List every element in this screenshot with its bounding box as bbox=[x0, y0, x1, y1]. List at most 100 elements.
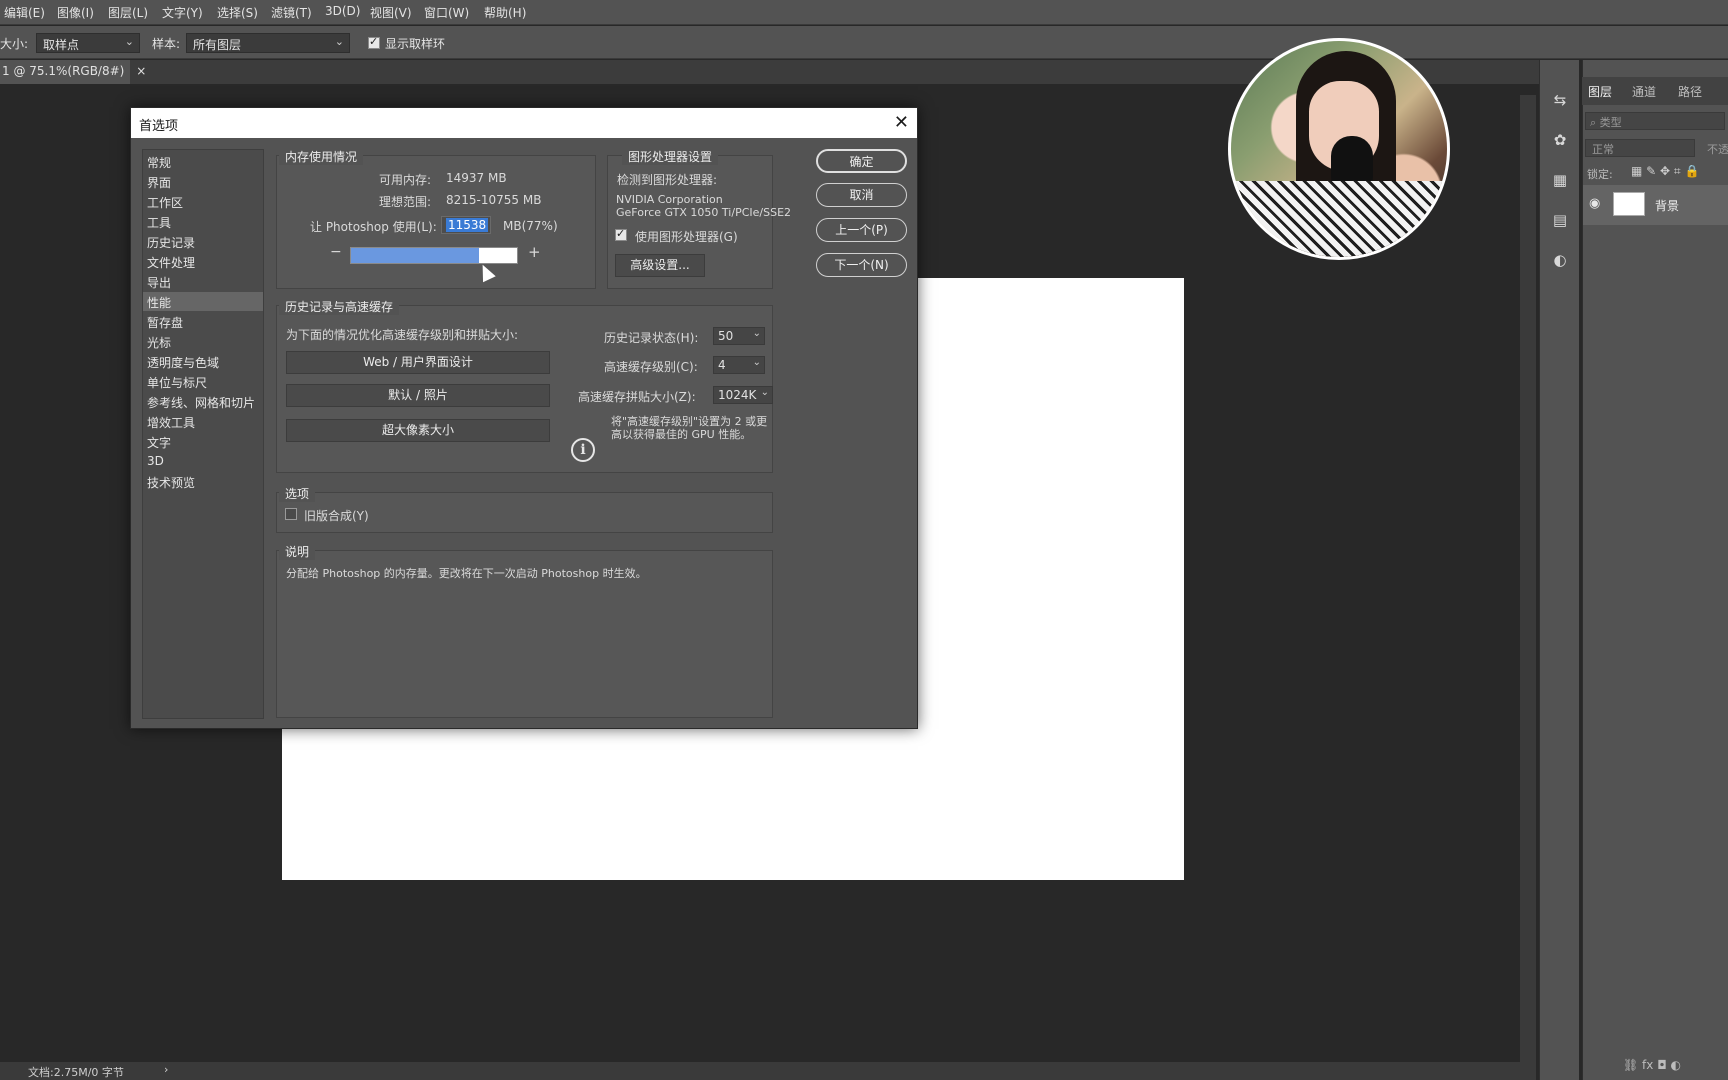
memory-slider[interactable] bbox=[350, 247, 518, 264]
menu-image[interactable]: 图像(I) bbox=[57, 4, 94, 21]
tile-size-field[interactable]: 1024K ⌄ bbox=[713, 386, 773, 404]
menu-layer[interactable]: 图层(L) bbox=[108, 4, 148, 21]
nav-item-guides-grid[interactable]: 参考线、网格和切片 bbox=[143, 392, 263, 411]
lock-label: 锁定: bbox=[1587, 168, 1613, 181]
layer-thumbnail bbox=[1613, 192, 1645, 216]
opacity-label: 不透 bbox=[1707, 143, 1728, 156]
chevron-down-icon[interactable]: ⌄ bbox=[761, 387, 769, 398]
size-dropdown[interactable]: 取样点 ⌄ bbox=[36, 33, 140, 53]
palette-icon[interactable]: ✿ bbox=[1550, 130, 1570, 150]
nav-item-performance[interactable]: 性能 bbox=[143, 292, 263, 311]
blend-mode-dropdown[interactable]: 正常 bbox=[1585, 139, 1695, 157]
menu-edit[interactable]: 编辑(E) bbox=[4, 4, 45, 21]
menu-help[interactable]: 帮助(H) bbox=[484, 4, 526, 21]
history-states-value: 50 bbox=[718, 329, 734, 343]
status-bar: 文档:2.75M/0 字节 › bbox=[0, 1062, 1520, 1080]
chevron-down-icon[interactable]: ⌄ bbox=[753, 357, 761, 368]
nav-item-general[interactable]: 常规 bbox=[143, 152, 263, 171]
history-states-label: 历史记录状态(H): bbox=[604, 331, 699, 345]
cache-levels-field[interactable]: 4 ⌄ bbox=[713, 356, 765, 374]
use-gpu-checkbox[interactable] bbox=[615, 227, 627, 241]
menu-window[interactable]: 窗口(W) bbox=[424, 4, 469, 21]
nav-item-plugins[interactable]: 增效工具 bbox=[143, 412, 263, 431]
nav-item-3d[interactable]: 3D bbox=[143, 452, 263, 471]
nav-item-history[interactable]: 历史记录 bbox=[143, 232, 263, 251]
nav-item-file-handling[interactable]: 文件处理 bbox=[143, 252, 263, 271]
gpu-model: GeForce GTX 1050 Ti/PCIe/SSE2 bbox=[616, 206, 792, 219]
search-icon: ⌕ bbox=[1590, 116, 1600, 129]
menu-view[interactable]: 视图(V) bbox=[370, 4, 412, 21]
layers-panel-tabs: 图层 通道 路径 bbox=[1582, 77, 1728, 105]
next-button[interactable]: 下一个(N) bbox=[816, 253, 907, 277]
layer-row[interactable]: ◉ 背景 bbox=[1583, 185, 1728, 225]
preset-web-button[interactable]: Web / 用户界面设计 bbox=[286, 351, 550, 374]
menu-bar: 编辑(E) 图像(I) 图层(L) 文字(Y) 选择(S) 滤镜(T) 3D(D… bbox=[0, 0, 1728, 25]
sample-value: 所有图层 bbox=[193, 38, 242, 52]
chevron-down-icon[interactable]: ⌄ bbox=[753, 328, 761, 339]
memory-input-value: 11538 bbox=[446, 218, 489, 232]
eye-icon[interactable]: ◉ bbox=[1589, 196, 1600, 211]
gpu-detected-label: 检测到图形处理器: bbox=[617, 173, 718, 187]
show-ring-label: 显示取样环 bbox=[385, 37, 446, 51]
tile-size-value: 1024K bbox=[718, 388, 757, 402]
chevron-right-icon[interactable]: › bbox=[164, 1063, 168, 1076]
nav-item-workspace[interactable]: 工作区 bbox=[143, 192, 263, 211]
menu-select[interactable]: 选择(S) bbox=[217, 4, 258, 21]
options-bar: 大小: 取样点 ⌄ 样本: 所有图层 ⌄ 显示取样环 bbox=[0, 26, 1728, 59]
advanced-settings-button[interactable]: 高级设置... bbox=[615, 254, 705, 277]
layer-filter-field[interactable]: ⌕ 类型 bbox=[1585, 112, 1725, 130]
menu-type[interactable]: 文字(Y) bbox=[162, 4, 203, 21]
layer-footer-icons[interactable]: ⛓ fx ◘ ◐ bbox=[1623, 1058, 1681, 1072]
layer-name: 背景 bbox=[1655, 199, 1680, 213]
memory-usage-title: 内存使用情况 bbox=[279, 148, 364, 165]
description-text: 分配给 Photoshop 的内存量。更改将在下一次启动 Photoshop 时… bbox=[286, 567, 647, 580]
history-icon[interactable]: ⇆ bbox=[1550, 90, 1570, 110]
dialog-titlebar[interactable]: 首选项 ✕ bbox=[131, 108, 917, 138]
tab-paths[interactable]: 路径 bbox=[1678, 83, 1702, 100]
close-icon[interactable]: ✕ bbox=[894, 112, 909, 133]
size-label: 大小: bbox=[0, 37, 29, 51]
available-memory-value: 14937 MB bbox=[446, 171, 507, 185]
history-states-field[interactable]: 50 ⌄ bbox=[713, 327, 765, 345]
properties-icon[interactable]: ▤ bbox=[1550, 210, 1570, 230]
optimize-label: 为下面的情况优化高速缓存级别和拼贴大小: bbox=[286, 328, 519, 342]
plus-icon[interactable]: + bbox=[528, 243, 541, 261]
nav-item-tech-previews[interactable]: 技术预览 bbox=[143, 472, 263, 491]
nav-item-tools[interactable]: 工具 bbox=[143, 212, 263, 231]
show-ring-checkbox[interactable] bbox=[368, 35, 380, 49]
nav-item-units-rulers[interactable]: 单位与标尺 bbox=[143, 372, 263, 391]
preset-huge-button[interactable]: 超大像素大小 bbox=[286, 419, 550, 442]
preset-default-button[interactable]: 默认 / 照片 bbox=[286, 384, 550, 407]
panel-icon-strip: ⇆ ✿ ▦ ▤ ◐ bbox=[1539, 60, 1579, 1080]
nav-item-interface[interactable]: 界面 bbox=[143, 172, 263, 191]
close-icon[interactable]: × bbox=[136, 64, 146, 78]
nav-item-scratch-disks[interactable]: 暂存盘 bbox=[143, 312, 263, 331]
vertical-scrollbar[interactable] bbox=[1520, 95, 1536, 1080]
tab-channels[interactable]: 通道 bbox=[1632, 83, 1656, 100]
prev-button[interactable]: 上一个(P) bbox=[816, 218, 907, 242]
nav-item-cursors[interactable]: 光标 bbox=[143, 332, 263, 351]
menu-3d[interactable]: 3D(D) bbox=[325, 4, 360, 18]
memory-input[interactable]: 11538 bbox=[441, 216, 491, 234]
nav-item-export[interactable]: 导出 bbox=[143, 272, 263, 291]
menu-filter[interactable]: 滤镜(T) bbox=[271, 4, 312, 21]
grid-icon[interactable]: ▦ bbox=[1550, 170, 1570, 190]
minus-icon[interactable]: − bbox=[330, 244, 342, 260]
use-gpu-label: 使用图形处理器(G) bbox=[635, 230, 738, 244]
nav-item-transparency[interactable]: 透明度与色域 bbox=[143, 352, 263, 371]
legacy-compositing-checkbox[interactable] bbox=[285, 508, 297, 520]
ok-button[interactable]: 确定 bbox=[816, 149, 907, 173]
sample-dropdown[interactable]: 所有图层 ⌄ bbox=[186, 33, 350, 53]
history-cache-title: 历史记录与高速缓存 bbox=[279, 298, 400, 315]
ideal-range-label: 理想范围: bbox=[379, 195, 432, 209]
lock-icons[interactable]: ▦ ✎ ✥ ⌗ 🔒 bbox=[1631, 164, 1699, 179]
layers-panel: ⌕ 类型 正常 不透 锁定: ▦ ✎ ✥ ⌗ 🔒 ◉ 背景 ⛓ fx ◘ ◐ bbox=[1582, 60, 1728, 1080]
nav-item-type[interactable]: 文字 bbox=[143, 432, 263, 451]
cancel-button[interactable]: 取消 bbox=[816, 183, 907, 207]
document-tab[interactable]: 1 @ 75.1%(RGB/8#) × bbox=[0, 60, 146, 84]
photoshop-memory-label: 让 Photoshop 使用(L): bbox=[310, 220, 437, 234]
tab-layers[interactable]: 图层 bbox=[1588, 83, 1612, 100]
adjustments-icon[interactable]: ◐ bbox=[1550, 250, 1570, 270]
memory-unit: MB(77%) bbox=[503, 219, 558, 233]
preferences-dialog: 首选项 ✕ 常规 界面 工作区 工具 历史记录 文件处理 导出 性能 暂存盘 光… bbox=[130, 107, 918, 729]
